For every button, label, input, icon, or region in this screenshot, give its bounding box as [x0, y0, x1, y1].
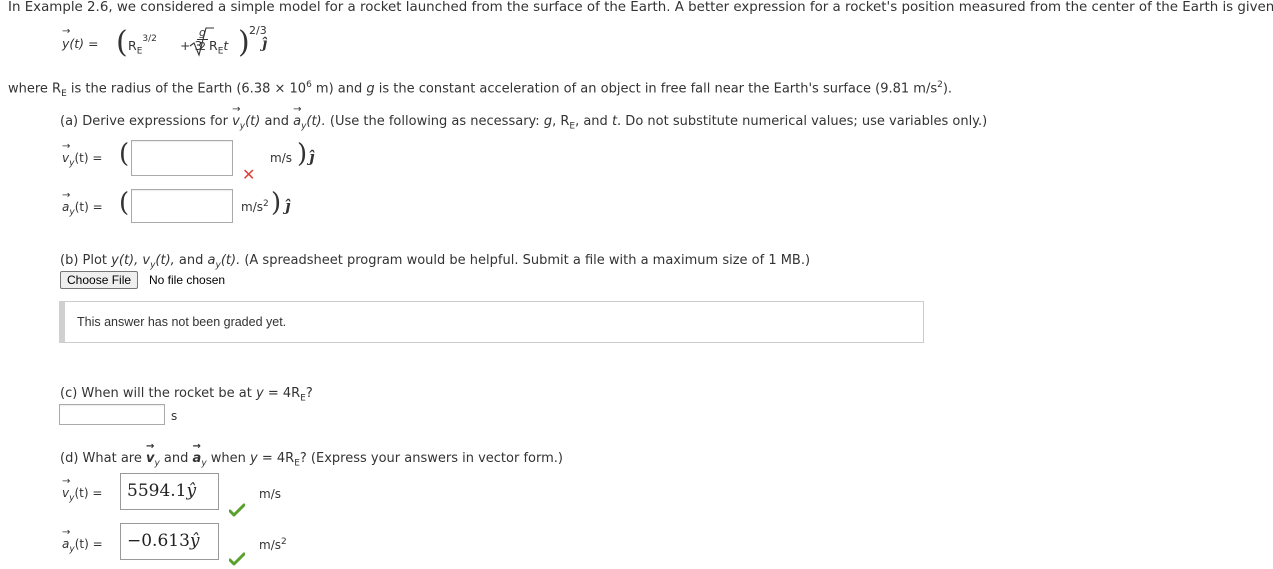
- part-a-a-paren-right: ): [271, 188, 282, 218]
- eq-y-vector: y(t) =: [62, 27, 99, 51]
- part-c-unit: s: [171, 409, 178, 423]
- part-d-a-unit: m/s2: [259, 537, 287, 552]
- part-a-v-input[interactable]: [131, 140, 233, 176]
- part-a-prompt: (a) Derive expressions for vy(t) and ay(…: [60, 105, 987, 132]
- part-d-v-unit: m/s: [259, 487, 281, 501]
- eq-re-term: RE3/2: [128, 34, 157, 57]
- part-b-prompt: (b) Plot y(t), vy(t), and ay(t). (A spre…: [60, 253, 811, 271]
- part-a-v-paren-right: ): [297, 139, 308, 169]
- part-a-a-input[interactable]: [131, 189, 233, 223]
- eq-paren-left: (: [116, 25, 128, 60]
- part-c-time-input[interactable]: [59, 404, 165, 425]
- incorrect-x-icon: ✕: [242, 165, 256, 184]
- part-a-a-unit: m/s2: [241, 199, 269, 214]
- correct-check-icon: [229, 552, 245, 566]
- part-d-prompt: (d) What are vy and ay when y = 4RE? (Ex…: [60, 442, 563, 469]
- part-a-a-paren-left: (: [119, 188, 130, 218]
- part-d-v-label: vy(t) =: [62, 477, 102, 503]
- part-d-a-answer[interactable]: −0.613ŷ: [120, 523, 219, 560]
- part-a-v-label: vy(t) =: [62, 142, 102, 168]
- choose-file-button[interactable]: Choose File: [60, 271, 139, 289]
- eq-ret: REt: [209, 38, 229, 57]
- eq-jhat: ĵ: [262, 36, 268, 52]
- no-file-label: No file chosen: [149, 273, 226, 287]
- part-a-a-jhat: ĵ: [285, 197, 291, 215]
- part-d-v-answer[interactable]: 5594.1ŷ: [120, 473, 219, 510]
- graded-status-box: This answer has not been graded yet.: [59, 301, 924, 343]
- eq-frac-den: 2: [199, 40, 206, 53]
- intro-text: In Example 2.6, we considered a simple m…: [8, 0, 1273, 15]
- where-text: where RE is the radius of the Earth (6.3…: [8, 80, 953, 99]
- eq-frac-num: g: [199, 26, 206, 39]
- part-c-prompt: (c) When will the rocket be at y = 4RE?: [60, 386, 313, 404]
- part-a-v-jhat: ĵ: [309, 148, 315, 166]
- part-a-a-label: ay(t) =: [62, 191, 103, 217]
- graded-status-text: This answer has not been graded yet.: [77, 315, 287, 329]
- part-a-v-unit: m/s: [270, 151, 292, 165]
- part-d-a-label: ay(t) =: [62, 528, 103, 554]
- correct-check-icon: [229, 503, 245, 517]
- eq-paren-right: ): [238, 25, 250, 60]
- part-a-v-paren-left: (: [119, 139, 130, 169]
